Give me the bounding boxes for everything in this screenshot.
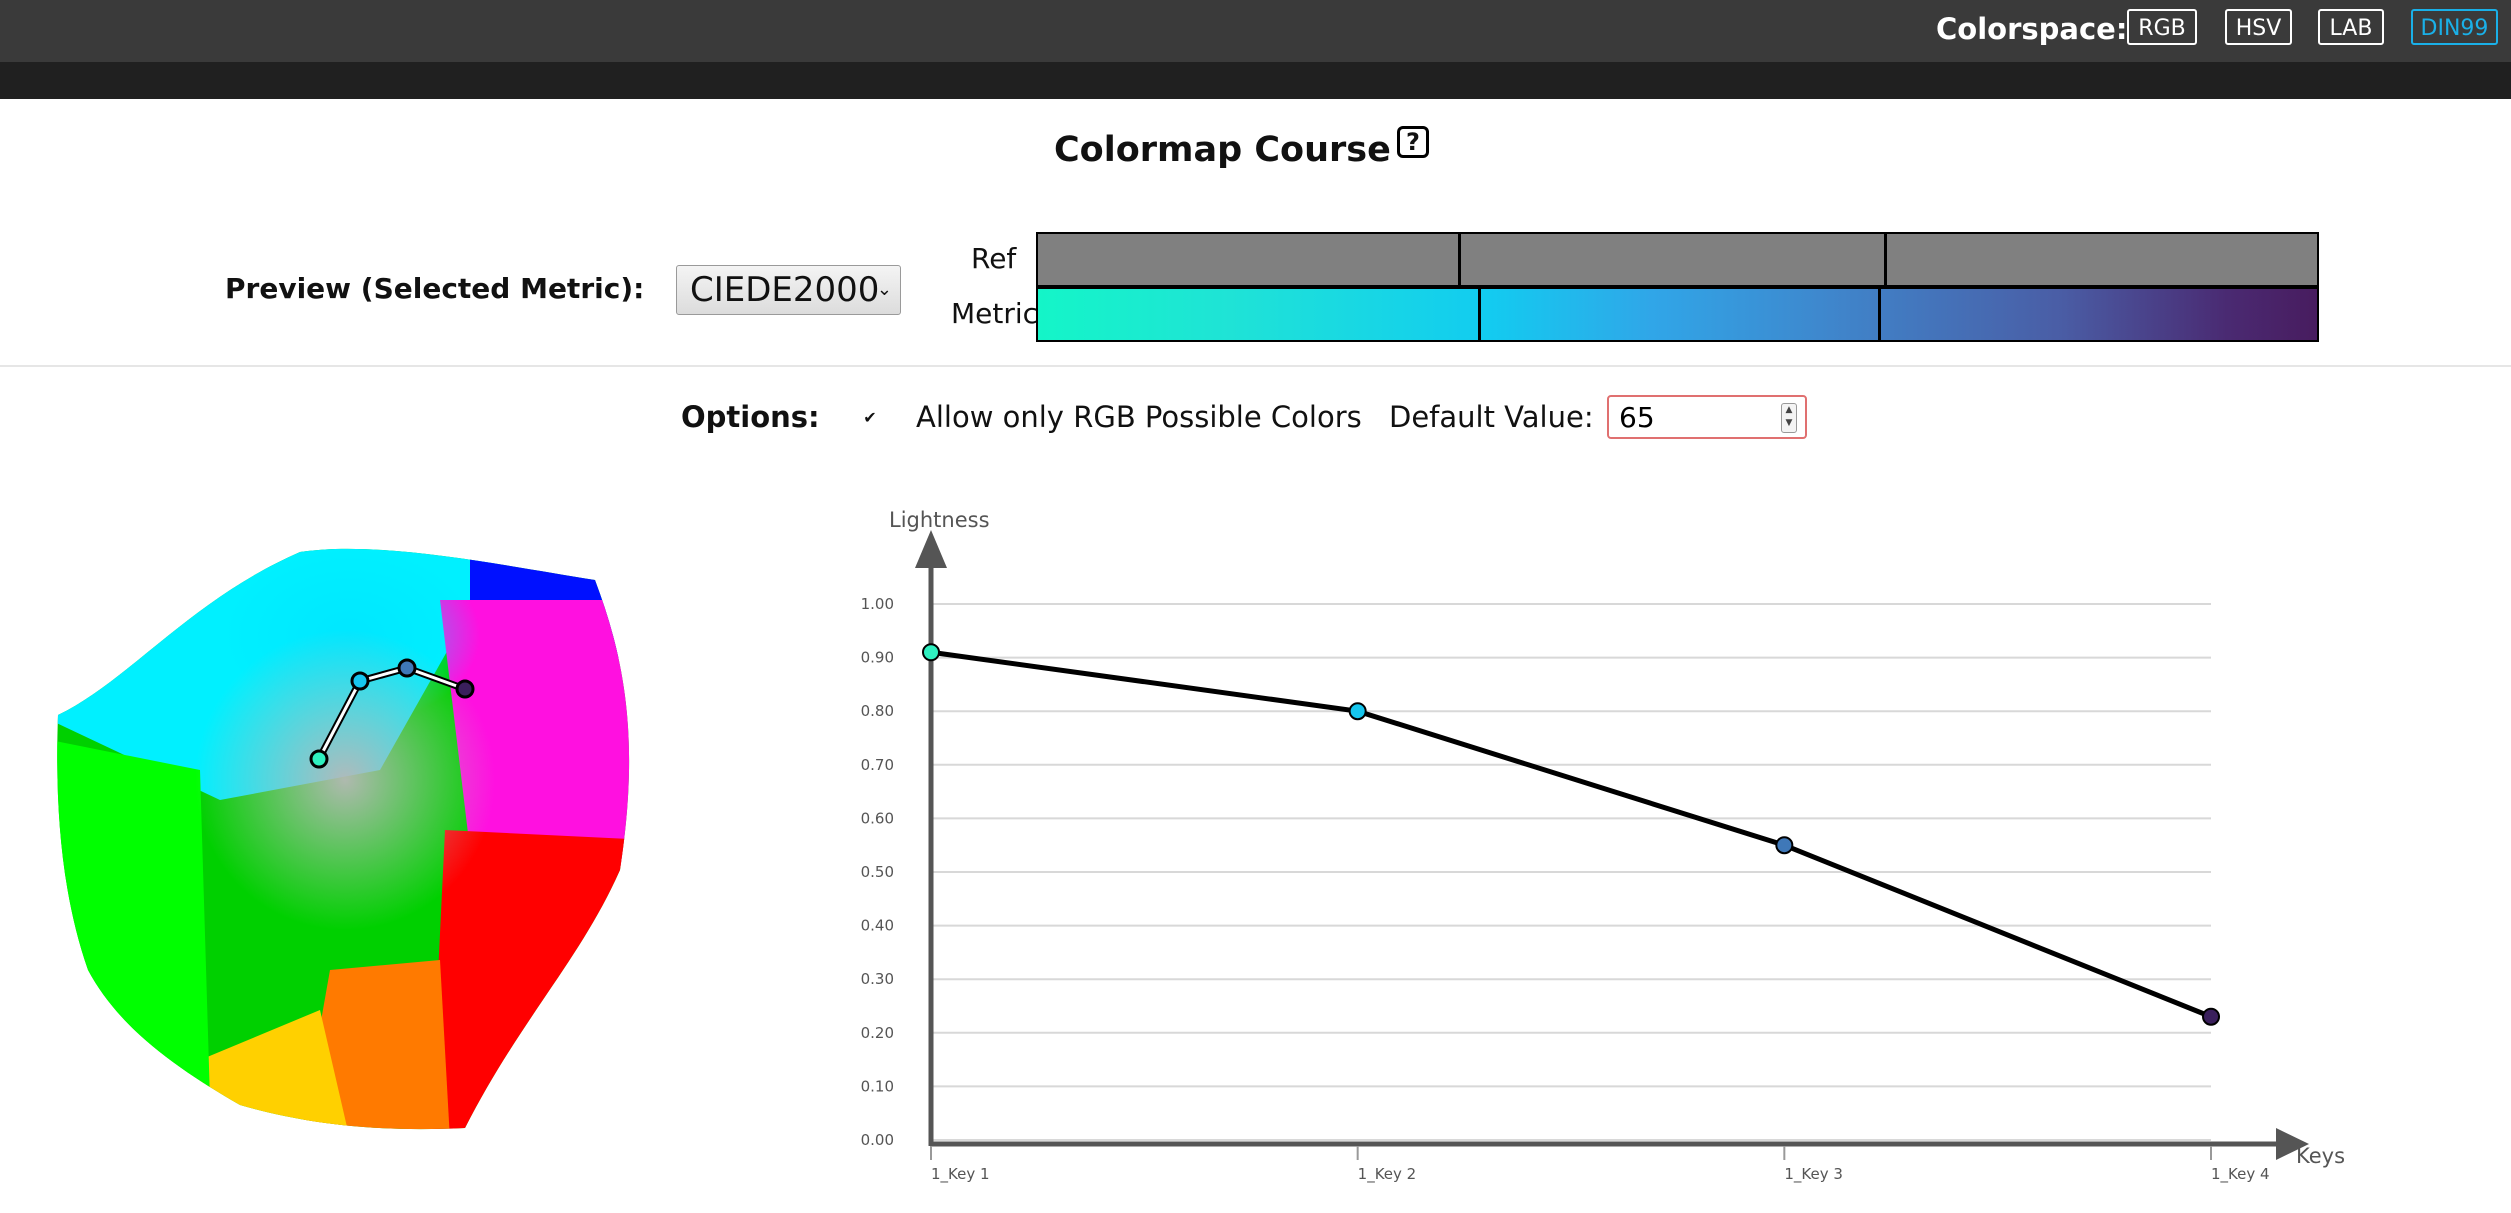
y-tick-label: 0.20 xyxy=(861,1024,894,1042)
preview-label: Preview (Selected Metric): xyxy=(225,272,645,305)
lightness-chart: Lightness Keys 0.00 0.10 0.20 0.30 0.40 0.50 0… xyxy=(861,508,2345,1184)
metric-label: Metric xyxy=(951,297,1039,330)
y-tick-label: 0.90 xyxy=(861,649,894,667)
y-tick-label: 1.00 xyxy=(861,595,894,613)
y-axis-arrow xyxy=(915,530,947,568)
colorspace-din99-button[interactable]: DIN99 xyxy=(2411,9,2498,45)
colorspace-rgb-button[interactable]: RGB xyxy=(2127,9,2197,45)
wheel-key-point[interactable] xyxy=(309,749,329,769)
x-axis-label: Keys xyxy=(2296,1144,2345,1168)
x-tick-label: 1_Key 1 xyxy=(931,1165,990,1184)
ref-colorbar xyxy=(1036,232,2319,287)
metric-select-value: CIEDE2000 xyxy=(690,270,880,310)
colorspace-hsv-button[interactable]: HSV xyxy=(2225,9,2292,45)
y-axis-label: Lightness xyxy=(889,508,990,532)
chevron-down-icon: ⌄ xyxy=(876,279,892,300)
y-tick-label: 0.70 xyxy=(861,756,894,774)
y-tick-label: 0.00 xyxy=(861,1131,894,1149)
colorspace-lab-button[interactable]: LAB xyxy=(2318,9,2384,45)
y-tick-label: 0.40 xyxy=(861,917,894,935)
lightness-line xyxy=(930,649,2212,1020)
x-tick-label: 1_Key 2 xyxy=(1358,1165,1417,1184)
metric-key-tick xyxy=(1478,289,1481,340)
y-tick-label: 0.10 xyxy=(861,1077,894,1095)
allow-rgb-label: Allow only RGB Possible Colors xyxy=(916,400,1362,434)
ref-label: Ref xyxy=(971,242,1017,275)
spinner-arrows-icon[interactable]: ▲ ▼ xyxy=(1781,403,1797,433)
default-value-input[interactable] xyxy=(1607,395,1807,439)
metric-colorbar xyxy=(1036,287,2319,342)
lightness-point[interactable] xyxy=(1348,702,1367,721)
help-icon[interactable]: ? xyxy=(1397,126,1429,158)
y-tick-label: 0.60 xyxy=(861,809,894,827)
wheel-key-point[interactable] xyxy=(350,671,370,691)
page-title: Colormap Course xyxy=(1054,130,1391,170)
x-tick-label: 1_Key 3 xyxy=(1784,1165,1843,1184)
lightness-point[interactable] xyxy=(2202,1007,2220,1026)
y-tick-label: 0.80 xyxy=(861,702,894,720)
ref-key-tick xyxy=(1884,234,1887,285)
sub-bar xyxy=(0,62,2511,99)
y-tick-label: 0.50 xyxy=(861,863,894,881)
y-tick-label: 0.30 xyxy=(861,970,894,988)
color-space-fill xyxy=(57,548,630,1130)
color-space-wheel[interactable] xyxy=(50,540,650,1140)
x-tick-label: 1_Key 4 xyxy=(2211,1165,2270,1184)
default-value-label: Default Value: xyxy=(1389,400,1594,434)
metric-select[interactable]: CIEDE2000 ⌄ xyxy=(676,265,901,315)
allow-rgb-checkbox[interactable]: ✔ xyxy=(861,409,879,427)
options-label: Options: xyxy=(681,400,820,434)
section-divider xyxy=(0,365,2511,367)
ref-key-tick xyxy=(1458,234,1461,285)
metric-key-tick xyxy=(1878,289,1881,340)
lightness-point[interactable] xyxy=(1775,836,1794,855)
wheel-key-point[interactable] xyxy=(455,679,475,699)
wheel-key-point[interactable] xyxy=(397,658,417,678)
colorspace-label: Colorspace: xyxy=(1936,12,2128,46)
lightness-point[interactable] xyxy=(922,643,940,662)
